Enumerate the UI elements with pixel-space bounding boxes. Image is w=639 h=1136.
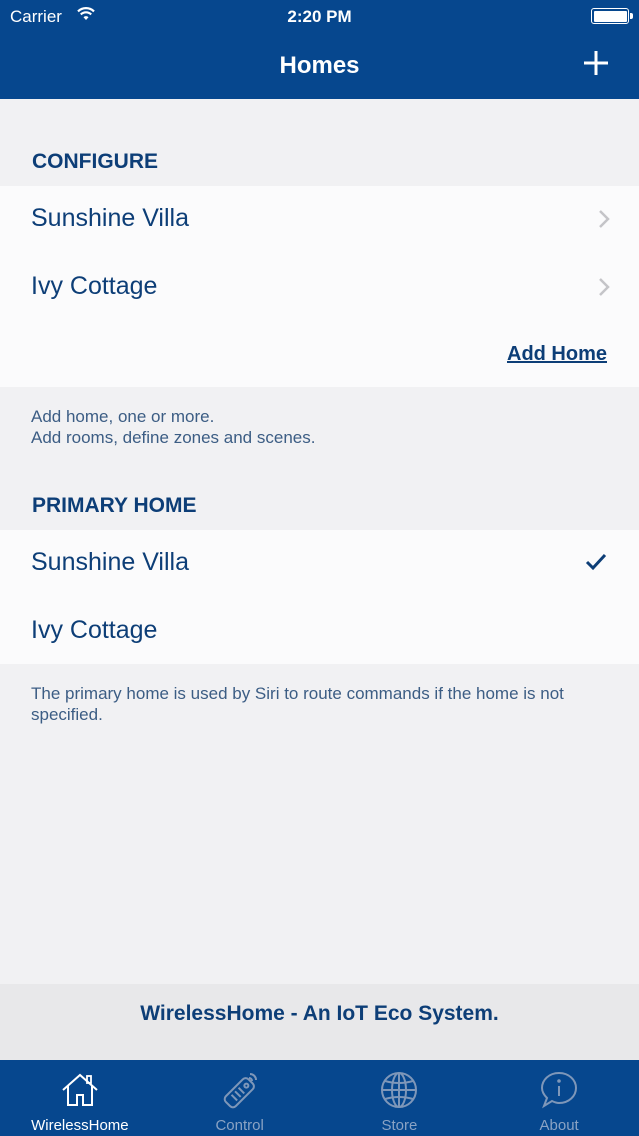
tab-label: WirelessHome	[31, 1117, 129, 1134]
chevron-right-icon	[599, 210, 610, 228]
configure-section-header: CONFIGURE	[32, 150, 158, 173]
home-icon	[62, 1073, 98, 1106]
list-item-label: Sunshine Villa	[31, 548, 189, 576]
tab-about[interactable]: About	[479, 1060, 639, 1136]
checkmark-icon	[585, 553, 607, 571]
primary-home-item-ivy-cottage[interactable]: Ivy Cottage	[0, 598, 639, 666]
battery-icon	[591, 8, 633, 24]
tab-bar: WirelessHome Control Store About	[0, 1060, 639, 1136]
add-home-link[interactable]: Add Home	[507, 343, 607, 366]
plus-icon	[584, 51, 608, 75]
navigation-bar: Carrier 2:20 PM Homes	[0, 0, 639, 99]
list-item-label: Sunshine Villa	[31, 204, 189, 232]
footnote-line: Add rooms, define zones and scenes.	[31, 428, 316, 447]
list-item-label: Ivy Cottage	[31, 272, 158, 300]
list-item-label: Ivy Cottage	[31, 616, 158, 644]
footnote-line: Add home, one or more.	[31, 407, 215, 426]
primary-home-list: Sunshine Villa Ivy Cottage	[0, 530, 639, 664]
primary-home-section-header: PRIMARY HOME	[32, 494, 197, 517]
tab-control[interactable]: Control	[160, 1060, 320, 1136]
info-bubble-icon	[541, 1071, 578, 1109]
primary-home-footnote: The primary home is used by Siri to rout…	[31, 684, 564, 724]
tab-label: About	[539, 1117, 579, 1134]
globe-icon	[381, 1072, 418, 1108]
configure-item-ivy-cottage[interactable]: Ivy Cottage	[0, 254, 639, 322]
configure-footnote: Add home, one or more. Add rooms, define…	[31, 406, 611, 448]
footer-tagline: WirelessHome - An IoT Eco System.	[140, 1002, 499, 1025]
remote-control-icon	[223, 1073, 257, 1109]
chevron-right-icon	[599, 278, 610, 296]
status-time: 2:20 PM	[287, 7, 352, 26]
tab-wirelesshome[interactable]: WirelessHome	[0, 1060, 160, 1136]
status-bar: Carrier 2:20 PM	[0, 0, 639, 33]
configure-item-sunshine-villa[interactable]: Sunshine Villa	[0, 186, 639, 254]
footer-band: WirelessHome - An IoT Eco System.	[0, 984, 639, 1060]
tab-store[interactable]: Store	[320, 1060, 480, 1136]
add-button[interactable]	[581, 48, 611, 78]
configure-list: Sunshine Villa Ivy Cottage Add Home	[0, 186, 639, 387]
tab-label: Store	[381, 1117, 418, 1134]
tab-label: Control	[215, 1117, 264, 1134]
page-title: Homes	[279, 52, 360, 79]
primary-home-item-sunshine-villa[interactable]: Sunshine Villa	[0, 530, 639, 598]
